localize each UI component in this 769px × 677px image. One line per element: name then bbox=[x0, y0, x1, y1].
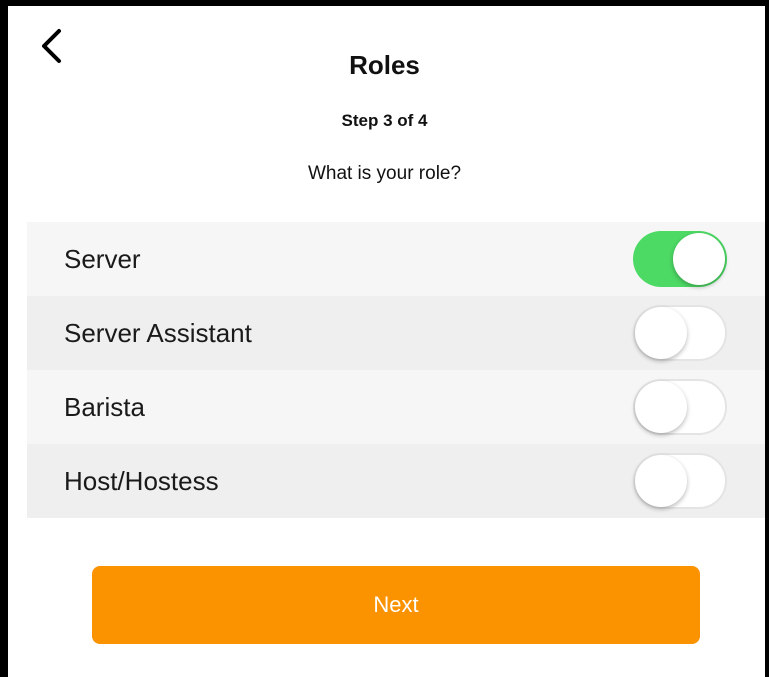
role-toggle-server-assistant[interactable] bbox=[633, 305, 727, 361]
toggle-knob bbox=[635, 455, 687, 507]
screen: Roles Step 3 of 4 What is your role? Ser… bbox=[0, 0, 769, 677]
role-toggle-barista[interactable] bbox=[633, 379, 727, 435]
role-toggle-host-hostess[interactable] bbox=[633, 453, 727, 509]
role-label: Host/Hostess bbox=[64, 465, 219, 496]
role-row-host-hostess[interactable]: Host/Hostess bbox=[27, 444, 765, 518]
role-row-server-assistant[interactable]: Server Assistant bbox=[27, 296, 765, 370]
role-label: Server bbox=[64, 243, 141, 274]
toggle-knob bbox=[635, 307, 687, 359]
role-row-barista[interactable]: Barista bbox=[27, 370, 765, 444]
next-button[interactable]: Next bbox=[92, 566, 700, 644]
role-label: Server Assistant bbox=[64, 317, 252, 348]
frame-border-right bbox=[765, 0, 769, 677]
toggle-knob bbox=[673, 233, 725, 285]
page-title: Roles bbox=[349, 50, 420, 80]
role-question: What is your role? bbox=[307, 163, 462, 184]
step-indicator: Step 3 of 4 bbox=[341, 111, 428, 130]
toggle-knob bbox=[635, 381, 687, 433]
role-list: Server Server Assistant Barista Host/Hos… bbox=[27, 222, 765, 518]
frame-border-top bbox=[0, 0, 769, 6]
role-row-server[interactable]: Server bbox=[27, 222, 765, 296]
role-toggle-server[interactable] bbox=[633, 231, 727, 287]
frame-border-left bbox=[0, 0, 8, 677]
role-label: Barista bbox=[64, 391, 145, 422]
